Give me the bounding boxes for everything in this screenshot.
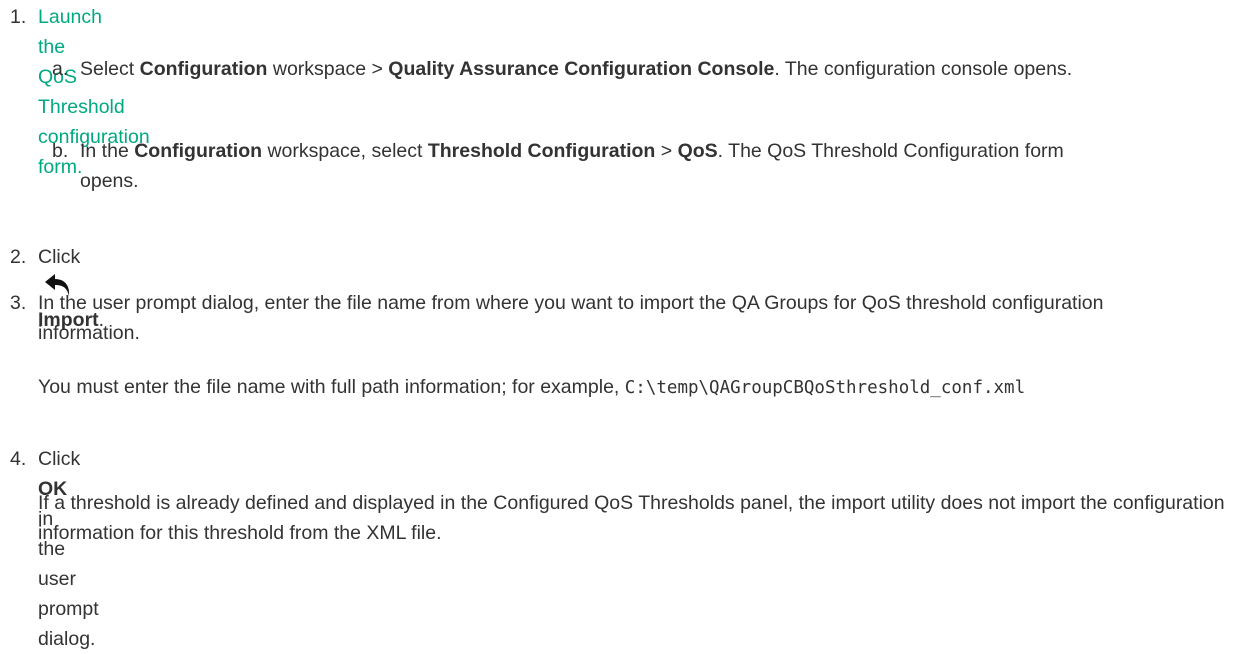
bold-term: Configuration xyxy=(134,140,263,162)
note-text: You must enter the file name with full p… xyxy=(38,376,1026,398)
note-text: If a threshold is already defined and di… xyxy=(38,492,1225,544)
bold-term: Quality Assurance Configuration Console xyxy=(388,58,775,80)
bold-term: QoS xyxy=(677,140,718,162)
substep-letter: b. xyxy=(52,140,69,162)
step-number: 3. xyxy=(10,292,27,314)
substep-text: In the Configuration workspace, select T… xyxy=(80,140,1064,192)
step-number: 1. xyxy=(10,6,27,28)
step-text: In the user prompt dialog, enter the fil… xyxy=(38,292,1104,344)
procedure-page: 1. Launch the QoS Threshold configuratio… xyxy=(0,0,1255,650)
file-path-example: C:\temp\QAGroupCBQoSthreshold_conf.xml xyxy=(624,378,1026,398)
bold-term: Threshold Configuration xyxy=(427,140,656,162)
step-number: 4. xyxy=(10,448,27,470)
substep-text: Select Configuration workspace > Quality… xyxy=(80,58,1073,80)
substep-letter: a. xyxy=(52,58,69,80)
step-number: 2. xyxy=(10,246,27,268)
bold-term: Configuration xyxy=(139,58,268,80)
